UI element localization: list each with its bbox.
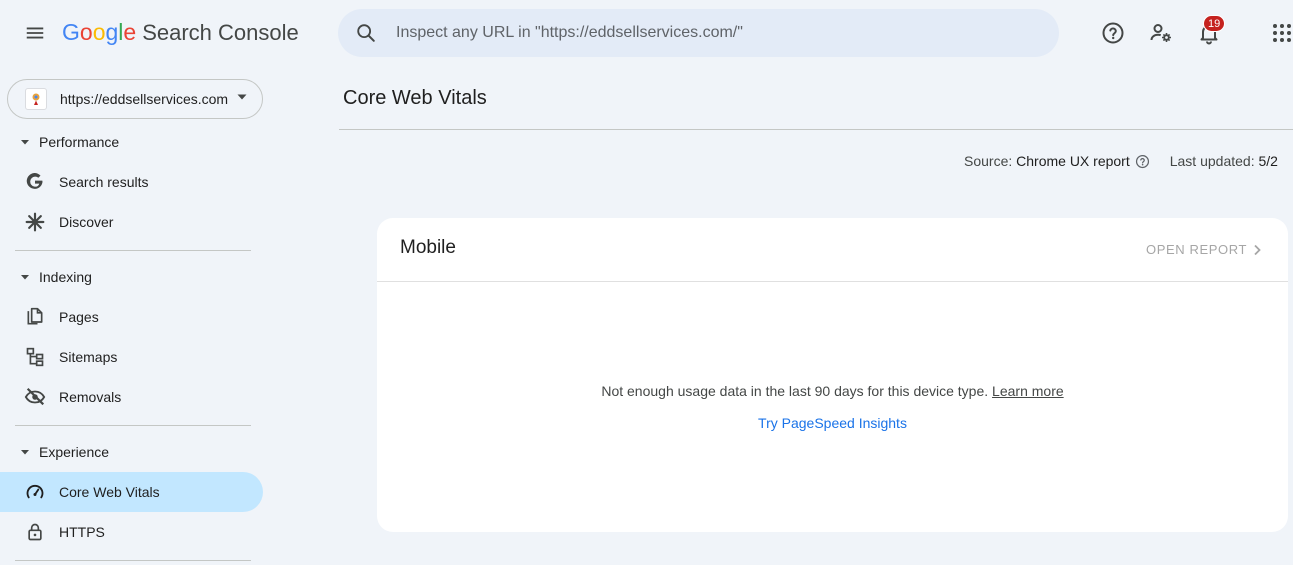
help-icon[interactable] bbox=[1099, 19, 1127, 47]
last-updated-value: 5/2 bbox=[1258, 153, 1278, 169]
logo-letter: o bbox=[92, 19, 106, 45]
nav-pages[interactable]: Pages bbox=[0, 297, 263, 337]
card-divider bbox=[377, 281, 1288, 282]
top-header: Google Search Console 19 bbox=[0, 0, 1293, 66]
search-input[interactable] bbox=[394, 23, 1034, 43]
property-url: https://eddsellservices.com/ bbox=[60, 91, 228, 107]
sitemap-icon bbox=[24, 346, 46, 368]
sidebar-divider bbox=[15, 560, 251, 561]
source-label: Source: bbox=[964, 153, 1013, 169]
nav-core-web-vitals[interactable]: Core Web Vitals bbox=[0, 472, 263, 512]
collapse-arrow-icon bbox=[20, 137, 30, 147]
site-favicon bbox=[25, 88, 47, 110]
nav-label: Sitemaps bbox=[59, 349, 118, 365]
lock-icon bbox=[24, 521, 46, 543]
section-label: Experience bbox=[39, 444, 110, 460]
section-experience[interactable]: Experience bbox=[0, 434, 262, 470]
logo-letter: e bbox=[123, 19, 137, 45]
nav-removals[interactable]: Removals bbox=[0, 377, 263, 417]
property-selector[interactable]: https://eddsellservices.com/ bbox=[7, 79, 263, 119]
nav-search-results[interactable]: Search results bbox=[0, 162, 263, 202]
report-source-line: Source: Chrome UX report Last updated: 5… bbox=[964, 153, 1278, 169]
sidebar-divider bbox=[15, 425, 251, 426]
section-indexing[interactable]: Indexing bbox=[0, 259, 262, 295]
logo-letter: o bbox=[79, 19, 93, 45]
mobile-report-card: Mobile OPEN REPORT Not enough usage data… bbox=[377, 218, 1288, 532]
nav-sitemaps[interactable]: Sitemaps bbox=[0, 337, 263, 377]
card-title: Mobile bbox=[400, 237, 456, 258]
nav-discover[interactable]: Discover bbox=[0, 202, 263, 242]
open-report-button[interactable]: OPEN REPORT bbox=[1146, 242, 1262, 257]
learn-more-link[interactable]: Learn more bbox=[992, 383, 1064, 399]
nav-label: Core Web Vitals bbox=[59, 484, 160, 500]
logo-letter: G bbox=[62, 19, 80, 45]
asterisk-icon bbox=[24, 211, 46, 233]
left-sidebar: https://eddsellservices.com/ Performance… bbox=[0, 66, 275, 565]
nav-label: Pages bbox=[59, 309, 99, 325]
menu-icon[interactable] bbox=[20, 18, 50, 48]
title-divider bbox=[339, 129, 1293, 130]
pages-icon bbox=[24, 306, 46, 328]
product-logo[interactable]: Google Search Console bbox=[62, 19, 299, 49]
apps-grid-icon[interactable] bbox=[1268, 19, 1293, 47]
search-icon[interactable] bbox=[338, 22, 394, 44]
search-console-app: Google Search Console 19 bbox=[0, 0, 1293, 565]
section-label: Performance bbox=[39, 134, 120, 150]
collapse-arrow-icon bbox=[20, 447, 30, 457]
nav-label: Search results bbox=[59, 174, 149, 190]
nav-label: Removals bbox=[59, 389, 122, 405]
pagespeed-insights-link[interactable]: Try PageSpeed Insights bbox=[377, 415, 1288, 431]
open-report-label: OPEN REPORT bbox=[1146, 242, 1247, 257]
empty-state-message: Not enough usage data in the last 90 day… bbox=[377, 383, 1288, 399]
last-updated-label: Last updated: bbox=[1169, 153, 1255, 169]
google-wordmark: Google bbox=[62, 19, 136, 46]
speedometer-icon bbox=[24, 481, 46, 503]
url-inspection-search[interactable] bbox=[338, 9, 1059, 57]
empty-message-text: Not enough usage data in the last 90 day… bbox=[601, 383, 989, 399]
page-title: Core Web Vitals bbox=[343, 87, 487, 109]
section-performance[interactable]: Performance bbox=[0, 124, 262, 160]
logo-letter: g bbox=[105, 19, 119, 45]
collapse-arrow-icon bbox=[20, 272, 30, 282]
help-circle-icon[interactable] bbox=[1135, 154, 1150, 169]
user-settings-icon[interactable] bbox=[1147, 19, 1175, 47]
eye-off-icon bbox=[24, 386, 46, 408]
notification-count-badge: 19 bbox=[1203, 15, 1226, 32]
nav-https[interactable]: HTTPS bbox=[0, 512, 263, 552]
source-value: Chrome UX report bbox=[1016, 153, 1130, 169]
product-name: Search Console bbox=[142, 20, 299, 45]
nav-label: Discover bbox=[59, 214, 114, 230]
main-content: Core Web Vitals Source: Chrome UX report… bbox=[339, 66, 1293, 565]
sidebar-divider bbox=[15, 250, 251, 251]
chevron-down-icon bbox=[236, 90, 248, 108]
chevron-right-icon bbox=[1254, 244, 1261, 255]
google-g-icon bbox=[24, 171, 46, 193]
nav-label: HTTPS bbox=[59, 524, 105, 540]
section-label: Indexing bbox=[39, 269, 92, 285]
